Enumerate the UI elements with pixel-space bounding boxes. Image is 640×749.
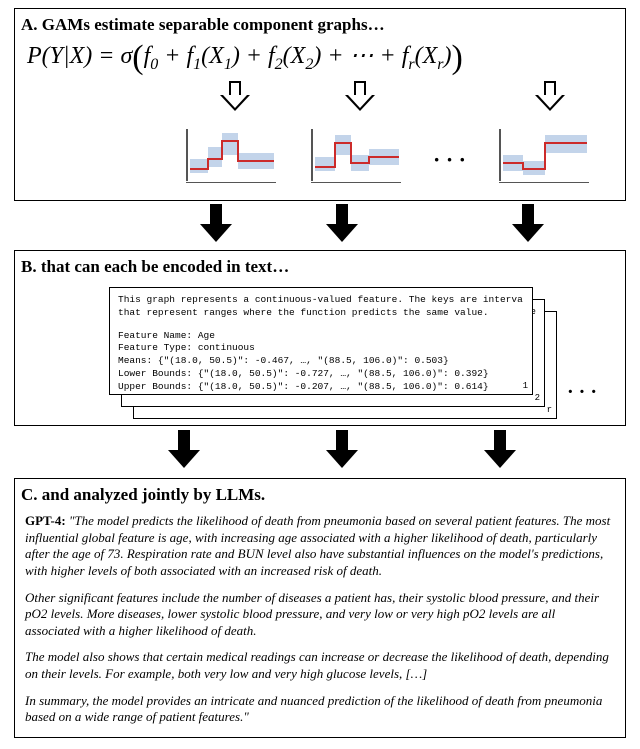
- card-1: This graph represents a continuous-value…: [109, 287, 533, 395]
- panel-b: B. that can each be encoded in text… r h…: [14, 250, 626, 426]
- panel-c: C. and analyzed jointly by LLMs. GPT-4: …: [14, 478, 626, 738]
- card-lower: Lower Bounds: {"(18.0, 50.5)": -0.727, ……: [118, 368, 524, 381]
- mini-graph-fr: [493, 127, 593, 187]
- card-header-line1: This graph represents a continuous-value…: [118, 294, 524, 307]
- arrow-a-to-b-3-icon: [512, 204, 544, 244]
- ellipsis-graphs: · · ·: [433, 147, 466, 173]
- arrow-b-to-c-1-icon: [168, 430, 200, 470]
- gam-formula: P(Y|X) = σ(f0 + f1(X1) + f2(X2) + ⋯ + fr…: [15, 39, 625, 77]
- arrow-f2-icon: [345, 81, 375, 113]
- arrow-b-to-c-3-icon: [484, 430, 516, 470]
- panel-c-title: C. and analyzed jointly by LLMs.: [21, 485, 625, 505]
- arrow-fr-icon: [535, 81, 565, 113]
- arrow-f1-icon: [220, 81, 250, 113]
- card-feature-name: Feature Name: Age: [118, 330, 524, 343]
- card-num-1: 1: [523, 380, 528, 392]
- arrow-a-to-b-1-icon: [200, 204, 232, 244]
- gpt-p2: Other significant features include the n…: [25, 590, 613, 640]
- card-feature-type: Feature Type: continuous: [118, 342, 524, 355]
- card-stack: r here 2 This graph represents a continu…: [109, 287, 557, 415]
- arrow-a-to-b-2-icon: [326, 204, 358, 244]
- card-upper: Upper Bounds: {"(18.0, 50.5)": -0.207, ……: [118, 381, 524, 394]
- panel-b-title: B. that can each be encoded in text…: [21, 257, 625, 277]
- gpt-p3: The model also shows that certain medica…: [25, 649, 613, 682]
- mini-graph-f2: [305, 127, 405, 187]
- ellipsis-cards: · · ·: [567, 381, 597, 404]
- card-num-2: 2: [535, 392, 540, 404]
- panel-a-title: A. GAMs estimate separable component gra…: [21, 15, 625, 35]
- card-means: Means: {"(18.0, 50.5)": -0.467, …, "(88.…: [118, 355, 524, 368]
- mini-graph-f1: [180, 127, 280, 187]
- gpt-output: GPT-4: "The model predicts the likelihoo…: [15, 509, 625, 742]
- gpt-label: GPT-4:: [25, 513, 69, 528]
- gpt-p1: "The model predicts the likelihood of de…: [25, 513, 610, 578]
- card-header-line2: that represent ranges where the function…: [118, 307, 524, 320]
- panel-a: A. GAMs estimate separable component gra…: [14, 8, 626, 201]
- arrow-b-to-c-2-icon: [326, 430, 358, 470]
- card-num-r: r: [547, 404, 552, 416]
- gpt-p4: In summary, the model provides an intric…: [25, 693, 613, 726]
